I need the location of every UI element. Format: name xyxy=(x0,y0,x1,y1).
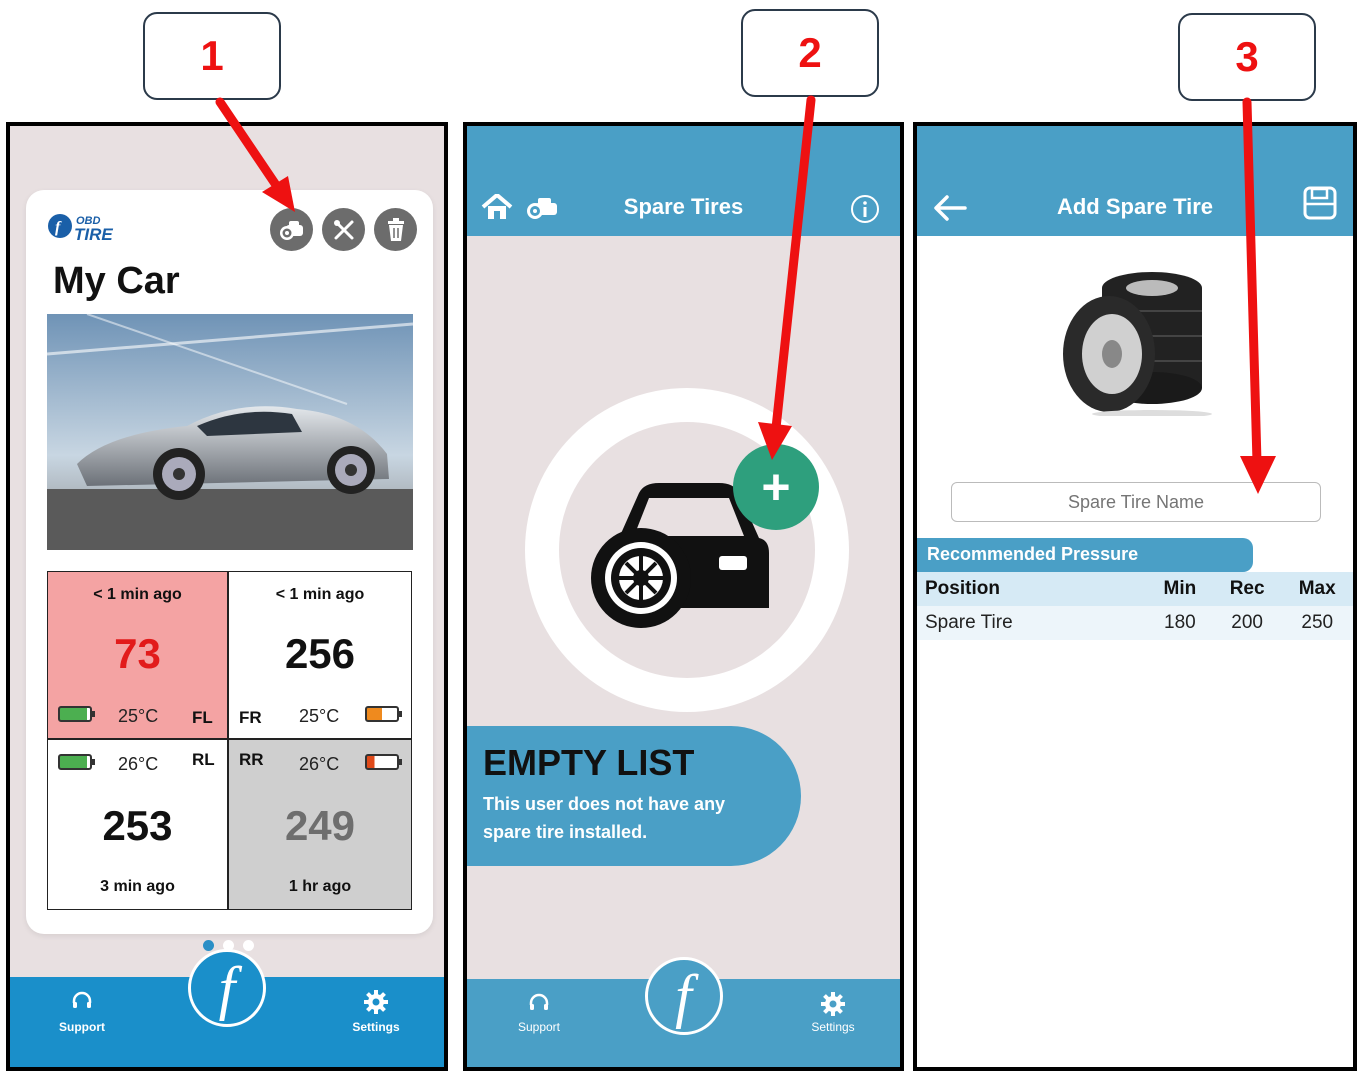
page-title: Spare Tires xyxy=(623,194,744,219)
tire-rl-pressure: 253 xyxy=(102,802,173,849)
empty-list-heading: EMPTY LIST xyxy=(483,742,695,783)
cell-rec: 200 xyxy=(1212,606,1282,640)
spare-tire-name-input[interactable] xyxy=(951,482,1321,522)
page-dot-active[interactable] xyxy=(203,940,214,951)
spare-tires-image xyxy=(1057,266,1217,418)
tire-cell-fr[interactable]: < 1 min ago 256 FR 25°C xyxy=(228,571,412,739)
column-header-max: Max xyxy=(1281,572,1353,606)
tire-cell-rr[interactable]: RR 26°C 249 1 hr ago xyxy=(228,739,412,910)
car-photo xyxy=(47,314,413,550)
headset-icon xyxy=(529,993,549,1010)
tire-rl-last-update: 3 min ago xyxy=(100,878,175,895)
page-title: Add Spare Tire xyxy=(1056,194,1214,219)
settings-tab[interactable]: Settings xyxy=(336,989,416,1034)
info-icon[interactable] xyxy=(850,194,880,229)
support-tab[interactable]: Support xyxy=(499,991,579,1034)
obd-tire-logo: f OBD TIRE xyxy=(46,208,141,244)
gear-icon xyxy=(821,992,845,1016)
tire-rr-temp: 26°C xyxy=(299,754,340,774)
tire-fr-pressure: 256 xyxy=(284,630,356,677)
step-1-number: 1 xyxy=(200,32,224,79)
gear-icon xyxy=(364,990,388,1014)
battery-half-icon xyxy=(365,706,402,722)
bottom-tab-bar: Support f Settings xyxy=(467,957,900,1067)
spare-tire-car-icon[interactable] xyxy=(270,208,313,251)
step-1-callout: 1 xyxy=(143,12,281,100)
cell-position: Spare Tire xyxy=(917,606,1147,640)
step-2-callout: 2 xyxy=(741,9,879,97)
tire-rr-position: RR xyxy=(239,750,264,769)
tire-fr-position: FR xyxy=(239,708,262,727)
phone-screen-home: f OBD TIRE My Car < 1 min ago 73 25°C FL… xyxy=(6,122,448,1071)
tools-icon[interactable] xyxy=(322,208,365,251)
tire-pressure-grid: < 1 min ago 73 25°C FL < 1 min ago 256 F… xyxy=(47,571,412,910)
settings-label: Settings xyxy=(811,1020,855,1034)
car-name: My Car xyxy=(53,260,180,302)
column-header-min: Min xyxy=(1147,572,1213,606)
headset-icon xyxy=(72,991,92,1008)
tire-fr-temp: 25°C xyxy=(299,706,340,726)
phone-screen-spare-tires: Spare Tires + EMPTY LIST This user does … xyxy=(463,122,904,1071)
add-spare-tire-button[interactable]: + xyxy=(733,444,819,530)
step-3-callout: 3 xyxy=(1178,13,1316,101)
settings-tab[interactable]: Settings xyxy=(793,991,873,1034)
header-bar: Spare Tires xyxy=(467,126,900,236)
tire-rr-last-update: 1 hr ago xyxy=(288,878,352,895)
tire-fl-pressure: 73 xyxy=(114,630,161,677)
recommended-pressure-label: Recommended Pressure xyxy=(917,538,1253,572)
settings-label: Settings xyxy=(352,1020,400,1034)
empty-list-message: This user does not have any spare tire i… xyxy=(483,794,726,842)
trash-icon[interactable] xyxy=(374,208,417,251)
empty-list-banner: EMPTY LIST This user does not have any s… xyxy=(467,726,801,866)
support-label: Support xyxy=(517,1020,561,1034)
tire-rl-temp: 26°C xyxy=(118,754,159,774)
battery-low-icon xyxy=(365,754,402,770)
pressure-table: Position Min Rec Max Spare Tire 180 200 … xyxy=(917,572,1353,640)
cell-min: 180 xyxy=(1147,606,1213,640)
save-icon[interactable] xyxy=(1303,186,1337,225)
column-header-position: Position xyxy=(917,572,1147,606)
support-label: Support xyxy=(59,1020,105,1034)
logo-big-text: TIRE xyxy=(74,225,113,244)
tire-fl-last-update: < 1 min ago xyxy=(93,586,182,603)
battery-full-icon xyxy=(58,706,95,722)
cell-max: 250 xyxy=(1281,606,1353,640)
tire-cell-fl[interactable]: < 1 min ago 73 25°C FL xyxy=(47,571,228,739)
battery-full-icon xyxy=(58,754,95,770)
phone-screen-add-spare-tire: Add Spare Tire Recommended Pressure Posi… xyxy=(913,122,1357,1071)
home-logo-button[interactable]: f xyxy=(188,949,266,1027)
bottom-tab-bar: Support f Settings xyxy=(10,949,444,1067)
table-row[interactable]: Spare Tire 180 200 250 xyxy=(917,606,1353,640)
tire-rl-position: RL xyxy=(192,750,215,769)
home-logo-button[interactable]: f xyxy=(644,957,723,1035)
header-bar: Add Spare Tire xyxy=(917,126,1353,236)
support-tab[interactable]: Support xyxy=(42,989,122,1034)
column-header-rec: Rec xyxy=(1212,572,1282,606)
tire-fl-position: FL xyxy=(192,708,213,727)
table-header-row: Position Min Rec Max xyxy=(917,572,1353,606)
tire-fr-last-update: < 1 min ago xyxy=(275,586,365,603)
tire-cell-rl[interactable]: 26°C RL 253 3 min ago xyxy=(47,739,228,910)
tire-rr-pressure: 249 xyxy=(284,802,356,849)
page-dot[interactable] xyxy=(243,940,254,951)
tire-fl-temp: 25°C xyxy=(118,706,159,726)
step-3-number: 3 xyxy=(1235,33,1259,80)
step-2-number: 2 xyxy=(798,29,822,76)
